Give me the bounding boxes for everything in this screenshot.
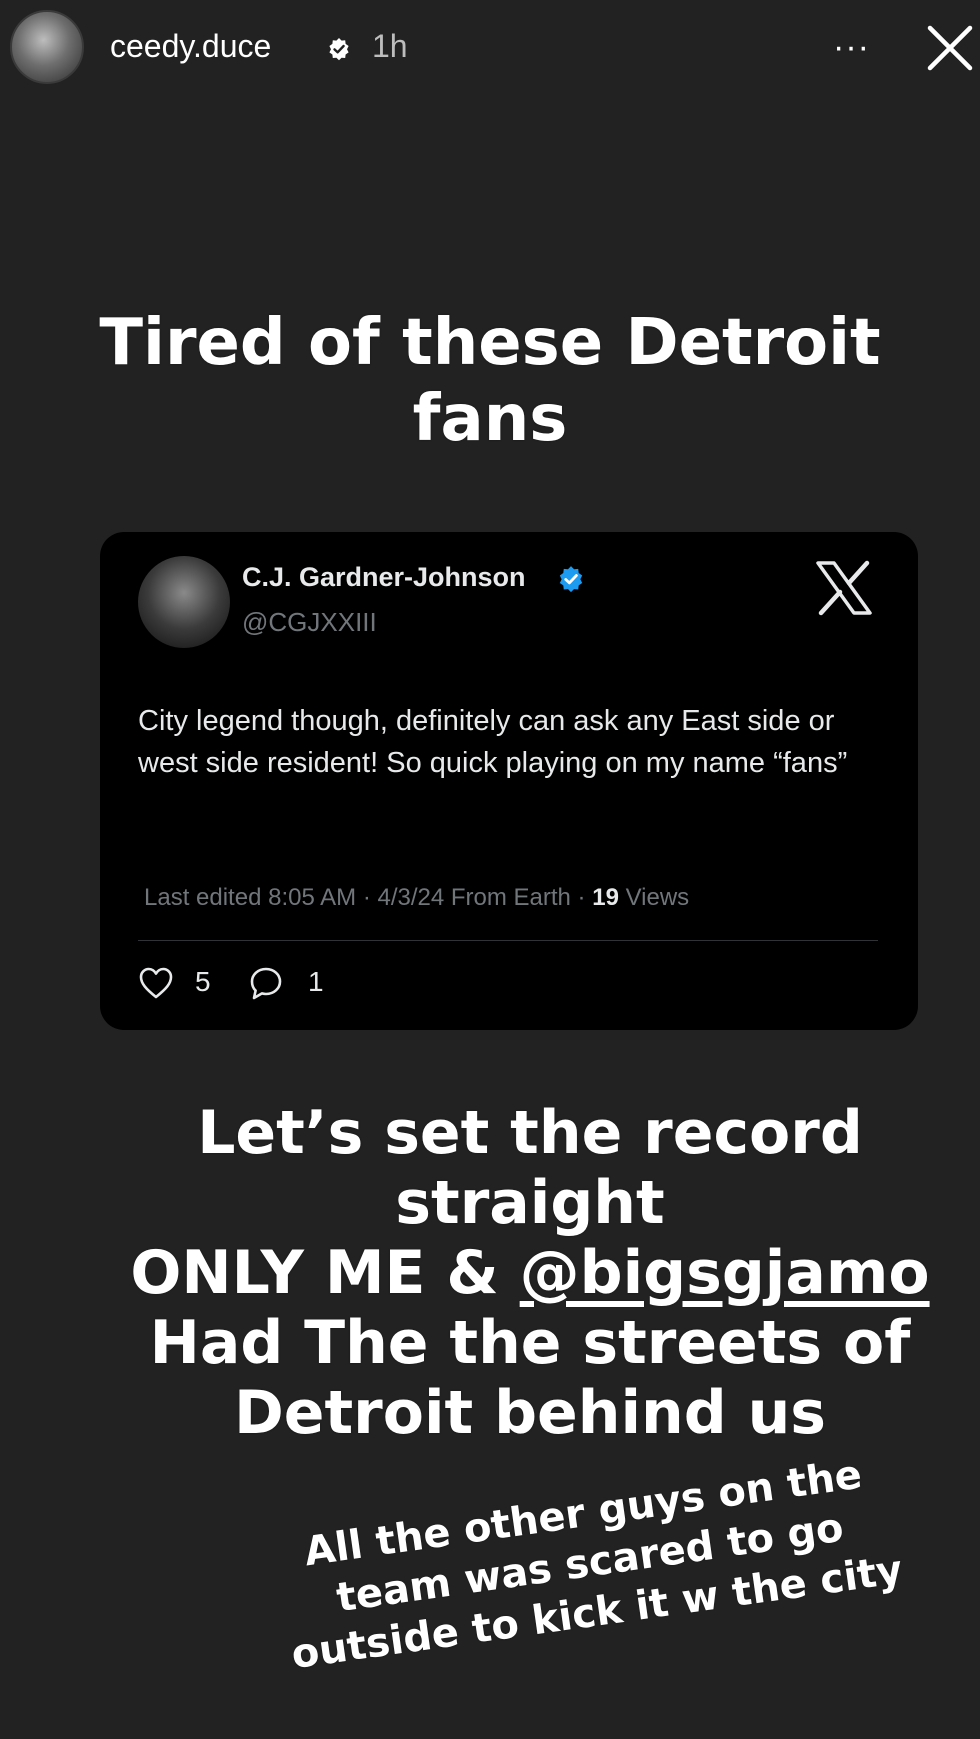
username[interactable]: ceedy.duce — [110, 28, 271, 65]
caption-middle-line2: ONLY ME & @bigsgjamo — [110, 1238, 950, 1308]
caption-top: Tired of these Detroit fans — [99, 306, 881, 456]
mention-link[interactable]: @bigsgjamo — [520, 1238, 930, 1308]
caption-middle-line1: Let’s set the record straight — [197, 1098, 863, 1238]
verified-badge-icon — [329, 38, 349, 61]
like-count: 5 — [195, 966, 211, 997]
more-icon[interactable]: ··· — [833, 30, 870, 64]
tweet-author-handle: @CGJXXIII — [242, 607, 377, 637]
tweet-views-label: Views — [618, 884, 690, 911]
reply-icon[interactable] — [248, 965, 284, 1001]
profile-avatar[interactable] — [10, 10, 84, 84]
tweet-card[interactable]: C.J. Gardner-Johnson @CGJXXIII City lege… — [100, 532, 918, 1030]
caption-middle-prefix: ONLY ME & — [130, 1238, 520, 1308]
tweet-views-count: 19 — [592, 884, 619, 911]
tweet-author-name: C.J. Gardner-Johnson — [242, 562, 526, 592]
tweet-meta: Last edited 8:05 AM · 4/3/24 From Earth … — [144, 884, 689, 912]
caption-middle-line3: Had The the streets of Detroit behind us — [149, 1308, 911, 1448]
tweet-meta-text: Last edited 8:05 AM · 4/3/24 From Earth … — [144, 884, 593, 911]
tweet-author-avatar — [138, 556, 230, 648]
verified-badge-icon — [559, 566, 583, 593]
post-time: 1h — [372, 28, 408, 64]
caption-middle: Let’s set the record straight ONLY ME & … — [110, 1098, 950, 1448]
reply-count: 1 — [308, 966, 324, 997]
story-view: ceedy.duce 1h ··· Tired of these Detroit… — [0, 0, 980, 1739]
heart-icon[interactable] — [138, 966, 174, 1000]
x-logo-icon — [816, 560, 872, 616]
tweet-divider — [138, 940, 878, 941]
close-icon[interactable] — [924, 22, 976, 74]
caption-bottom: All the other guys on the team was scare… — [288, 1451, 906, 1679]
tweet-text: City legend though, definitely can ask a… — [138, 705, 848, 779]
